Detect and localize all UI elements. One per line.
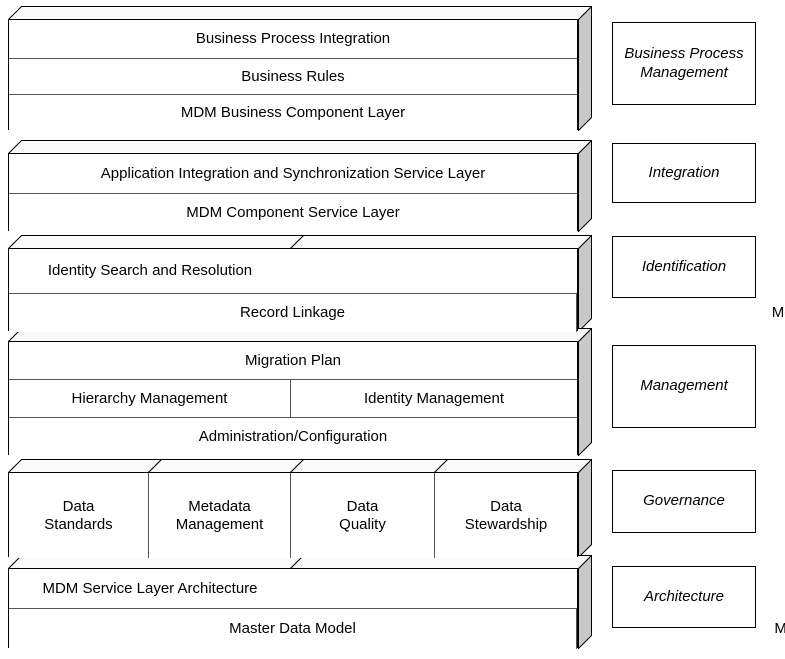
layer-cell[interactable]: Merging and Consolidation	[577, 294, 785, 332]
layer-block-identification: Identity Search and Resolution Record Lin…	[8, 235, 785, 332]
layer-cell[interactable]: Master Data Model	[9, 609, 577, 649]
layer-cell[interactable]: Business Process Integration	[9, 20, 577, 58]
category-label-identification[interactable]: Identification	[612, 236, 756, 298]
layer-cell[interactable]: Data Standards	[9, 473, 149, 558]
layer-block-governance: Data Standards Metadata Management Data Quali…	[8, 459, 592, 558]
layer-cell[interactable]: Data Quality	[291, 473, 435, 558]
block-top-face	[8, 140, 592, 154]
layer-cell[interactable]: Record Linkage	[9, 294, 577, 332]
layer-row: Master Data ModelMDM System Architecture	[9, 609, 785, 649]
layer-cell[interactable]: Identity Management	[291, 380, 577, 417]
layer-row: Identity Search and Resolution	[9, 249, 577, 294]
layer-cell[interactable]: Metadata Management	[149, 473, 291, 558]
layer-block-business-process-management: Business Process Integration Business Rul…	[8, 6, 592, 131]
layer-block-architecture: MDM Service Layer Architecture Master Dat…	[8, 555, 785, 649]
block-front-face: Data Standards Metadata Management Data Quali…	[8, 472, 578, 558]
block-front-face: Business Process Integration Business Rul…	[8, 19, 578, 131]
layer-cell[interactable]: Identity Search and Resolution	[9, 249, 291, 293]
block-side-face	[578, 459, 592, 558]
mdm-architecture-diagram: Business Process Integration Business Rul…	[0, 0, 785, 659]
block-top-face	[290, 235, 592, 249]
category-label-business-process-management[interactable]: Business Process Management	[612, 22, 756, 105]
layer-row: MDM Business Component Layer	[9, 95, 577, 131]
layer-row: MDM Component Service Layer	[9, 194, 577, 232]
layer-cell[interactable]: MDM System Architecture	[577, 609, 785, 649]
layer-block-management: Migration Plan Hierarchy Management Identi…	[8, 328, 592, 456]
layer-row: MDM Service Layer Architecture	[9, 569, 577, 609]
block-top-face	[8, 459, 162, 473]
layer-row: Migration Plan	[9, 342, 577, 380]
category-label-integration[interactable]: Integration	[612, 143, 756, 203]
layer-row: Business Rules	[9, 59, 577, 95]
layer-cell[interactable]: Administration/Configuration	[9, 418, 577, 456]
layer-cell[interactable]: MDM Business Component Layer	[9, 95, 577, 131]
block-top-face	[290, 459, 448, 473]
layer-cell[interactable]: Migration Plan	[9, 342, 577, 379]
block-top-face	[148, 459, 304, 473]
block-front-face: MDM Service Layer Architecture Master Dat…	[8, 568, 785, 649]
layer-row: Record LinkageMerging and Consolidation	[9, 294, 785, 332]
category-label-governance[interactable]: Governance	[612, 470, 756, 533]
layer-block-integration: Application Integration and Synchronizat…	[8, 140, 592, 232]
layer-cell[interactable]: Hierarchy Management	[9, 380, 291, 417]
layer-cell[interactable]: MDM Service Layer Architecture	[9, 569, 291, 608]
layer-cell[interactable]: Data Stewardship	[435, 473, 577, 558]
block-side-face	[578, 140, 592, 232]
category-label-management[interactable]: Management	[612, 345, 756, 428]
layer-row: Data Standards Metadata Management Data Quali…	[9, 473, 577, 558]
layer-row: Application Integration and Synchronizat…	[9, 154, 577, 194]
layer-cell[interactable]: Business Rules	[9, 59, 577, 94]
block-top-face	[8, 6, 592, 20]
layer-cell[interactable]: Application Integration and Synchronizat…	[9, 154, 577, 193]
block-top-face	[8, 235, 304, 249]
block-front-face: Application Integration and Synchronizat…	[8, 153, 578, 232]
layer-row: Business Process Integration	[9, 20, 577, 59]
block-top-face	[434, 459, 592, 473]
block-front-face: Migration Plan Hierarchy Management Identi…	[8, 341, 578, 456]
layer-row: Hierarchy Management Identity Management	[9, 380, 577, 418]
layer-row: Administration/Configuration	[9, 418, 577, 456]
block-side-face	[578, 328, 592, 456]
block-front-face: Identity Search and Resolution Record Lin…	[8, 248, 785, 332]
layer-cell[interactable]: MDM Component Service Layer	[9, 194, 577, 232]
block-side-face	[578, 6, 592, 131]
